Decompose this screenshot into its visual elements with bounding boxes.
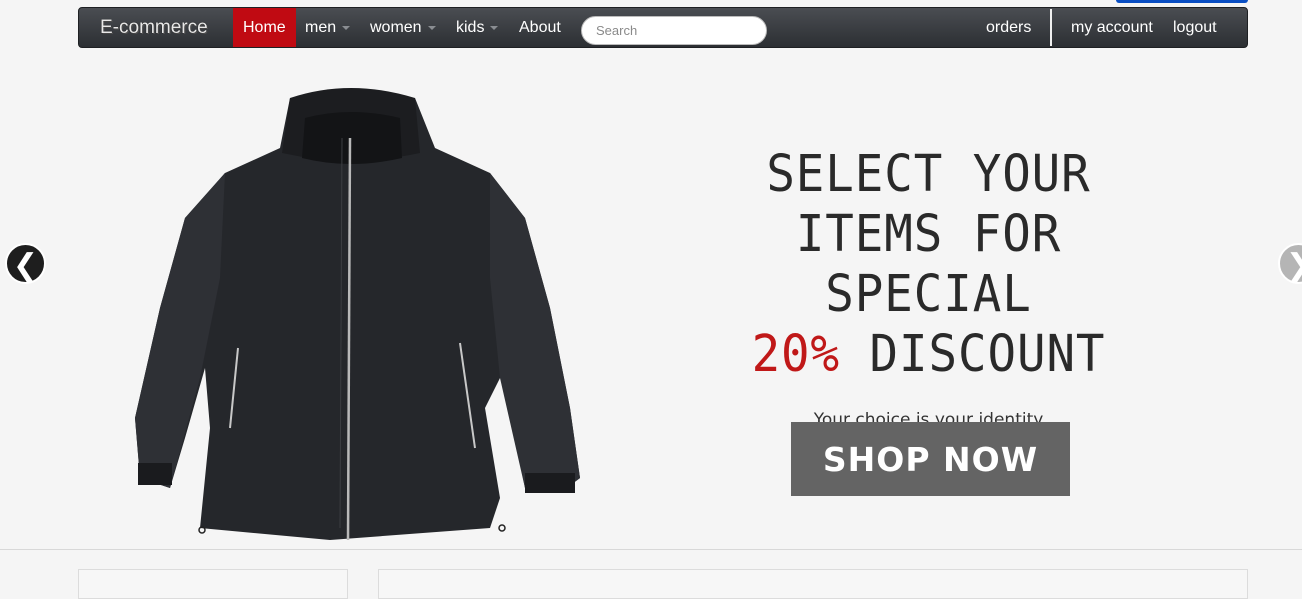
caret-down-icon — [427, 25, 436, 30]
brand-logo[interactable]: E-commerce — [100, 17, 208, 39]
nav-divider — [1050, 9, 1052, 46]
nav-women-label: women — [370, 19, 422, 36]
headline-line-3: 20% DISCOUNT — [697, 325, 1159, 385]
search-input[interactable] — [581, 16, 767, 45]
chevron-left-icon[interactable]: ❮ — [5, 243, 46, 284]
hero-carousel: SELECT YOUR ITEMS FOR SPECIAL 20% DISCOU… — [0, 50, 1302, 549]
nav-men[interactable]: men — [305, 8, 351, 47]
navbar: E-commerce Home men women kids About ord… — [78, 7, 1248, 48]
jacket-product-image — [135, 88, 580, 540]
discount-percent: 20% — [751, 325, 841, 384]
section-divider — [0, 549, 1302, 550]
content-panel — [378, 569, 1248, 599]
nav-kids[interactable]: kids — [456, 8, 499, 47]
nav-logout[interactable]: logout — [1173, 8, 1217, 47]
nav-orders[interactable]: orders — [986, 8, 1031, 47]
headline-discount-word: DISCOUNT — [869, 325, 1106, 384]
hero-text: SELECT YOUR ITEMS FOR SPECIAL 20% DISCOU… — [680, 145, 1177, 459]
corner-tab — [1116, 0, 1248, 3]
caret-down-icon — [342, 25, 351, 30]
nav-home[interactable]: Home — [233, 8, 296, 47]
nav-men-label: men — [305, 19, 337, 36]
nav-my-account[interactable]: my account — [1071, 8, 1153, 47]
sidebar-panel — [78, 569, 348, 599]
headline-line-2: ITEMS FOR SPECIAL — [795, 205, 1062, 324]
nav-kids-label: kids — [456, 19, 485, 36]
hero-headline: SELECT YOUR ITEMS FOR SPECIAL 20% DISCOU… — [697, 145, 1159, 385]
shop-now-button[interactable]: SHOP NOW — [791, 422, 1070, 496]
headline-line-1: SELECT YOUR — [766, 145, 1091, 204]
nav-women[interactable]: women — [370, 8, 436, 47]
caret-down-icon — [490, 25, 499, 30]
nav-about[interactable]: About — [519, 8, 561, 47]
